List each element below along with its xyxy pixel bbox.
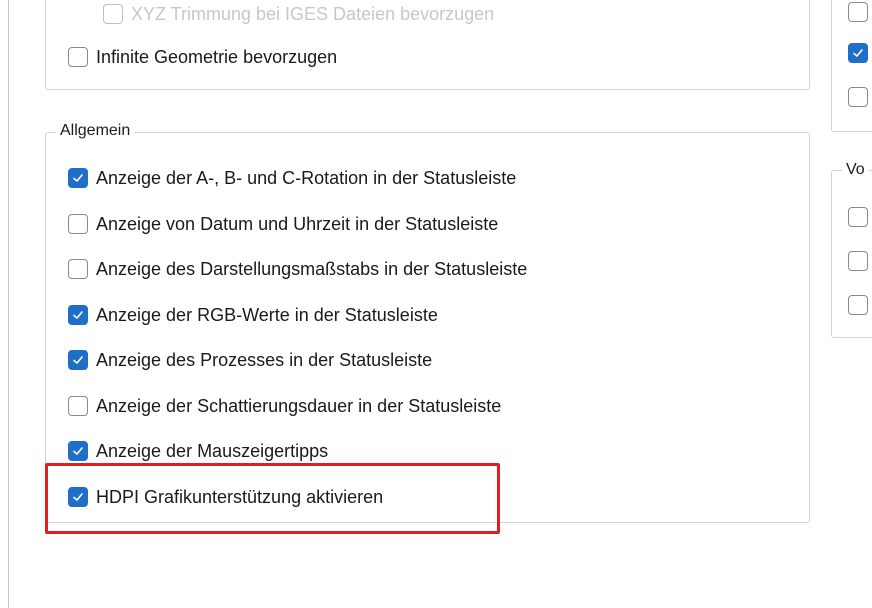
checkbox-label: Anzeige von Datum und Uhrzeit in der Sta…	[96, 214, 499, 234]
checkbox[interactable]	[848, 43, 868, 63]
checkbox-label: Anzeige des Prozesses in der Statusleist…	[96, 350, 433, 370]
checkbox[interactable]	[103, 4, 123, 24]
checkbox[interactable]	[68, 396, 88, 416]
checkmark-icon	[73, 311, 83, 319]
checkbox-label: Anzeige der Mauszeigertipps	[96, 441, 329, 461]
checkmark-icon	[853, 49, 863, 57]
checkbox-row[interactable]: Anzeige der Mauszeigertipps	[68, 439, 328, 463]
checkbox[interactable]	[68, 350, 88, 370]
checkbox[interactable]	[68, 441, 88, 461]
allgemein-group-title: Allgemein	[56, 121, 135, 141]
right-group-title: Vo	[842, 160, 869, 180]
checkbox[interactable]	[68, 47, 88, 67]
checkmark-icon	[73, 447, 83, 455]
checkbox-infinite-geometry[interactable]: Infinite Geometrie bevorzugen	[68, 45, 337, 69]
left-divider	[8, 0, 9, 608]
checkbox-label: Anzeige der Schattierungsdauer in der St…	[96, 396, 502, 416]
checkbox-row[interactable]: Anzeige der A-, B- und C-Rotation in der…	[68, 166, 516, 190]
checkbox[interactable]	[68, 305, 88, 325]
checkbox-row[interactable]: Anzeige der Schattierungsdauer in der St…	[68, 394, 501, 418]
checkbox[interactable]	[848, 295, 868, 315]
checkmark-icon	[73, 356, 83, 364]
highlight-box	[45, 463, 500, 534]
checkmark-icon	[73, 174, 83, 182]
checkbox-label: Anzeige der A-, B- und C-Rotation in der…	[96, 168, 517, 188]
checkbox[interactable]	[68, 168, 88, 188]
checkbox-label: Infinite Geometrie bevorzugen	[96, 47, 338, 67]
checkbox[interactable]	[848, 87, 868, 107]
checkbox-row[interactable]: Anzeige von Datum und Uhrzeit in der Sta…	[68, 212, 498, 236]
checkbox-row[interactable]: Anzeige der RGB-Werte in der Statusleist…	[68, 303, 438, 327]
checkbox-label: XYZ Trimmung bei IGES Dateien bevorzugen	[131, 4, 495, 24]
partial-checkbox-row[interactable]: XYZ Trimmung bei IGES Dateien bevorzugen	[103, 2, 494, 26]
checkbox[interactable]	[848, 207, 868, 227]
checkbox[interactable]	[68, 214, 88, 234]
checkbox-label: Anzeige des Darstellungsmaßstabs in der …	[96, 259, 528, 279]
checkbox[interactable]	[68, 259, 88, 279]
checkbox[interactable]	[848, 2, 868, 22]
checkbox-row[interactable]: Anzeige des Prozesses in der Statusleist…	[68, 348, 432, 372]
checkbox-row[interactable]: Anzeige des Darstellungsmaßstabs in der …	[68, 257, 527, 281]
checkbox[interactable]	[848, 251, 868, 271]
checkbox-label: Anzeige der RGB-Werte in der Statusleist…	[96, 305, 438, 325]
